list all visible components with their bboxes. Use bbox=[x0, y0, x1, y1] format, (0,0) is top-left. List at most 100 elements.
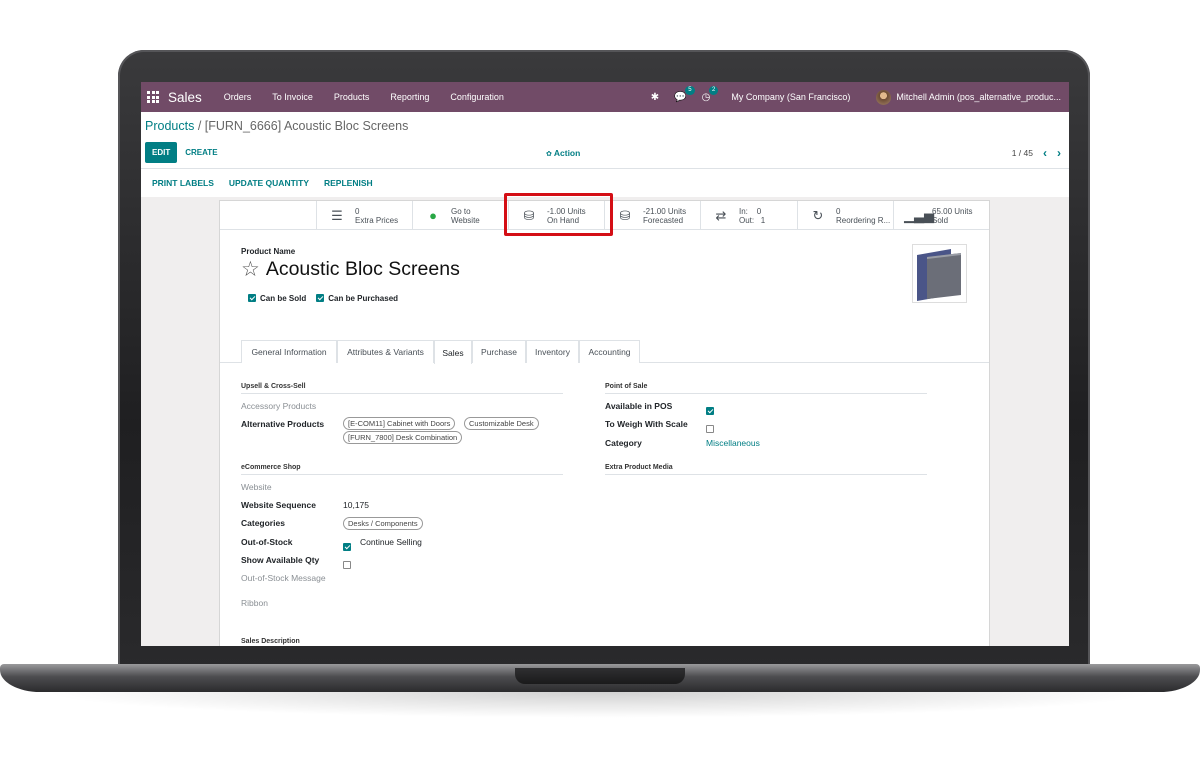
acoustic-screen-image bbox=[917, 249, 961, 301]
user-menu[interactable]: Mitchell Admin (pos_alternative_produc..… bbox=[896, 92, 1061, 102]
pos-category-value[interactable]: Miscellaneous bbox=[706, 438, 760, 448]
website-label: Website bbox=[451, 215, 480, 225]
pager-value[interactable]: 1 / 45 bbox=[1012, 148, 1033, 158]
category-tag-desks-components[interactable]: Desks / Components bbox=[343, 517, 423, 530]
product-name[interactable]: Acoustic Bloc Screens bbox=[266, 258, 460, 281]
create-button[interactable]: CREATE bbox=[185, 148, 217, 157]
laptop-shadow bbox=[40, 692, 1160, 718]
debug-bug-icon[interactable]: ✱ bbox=[651, 92, 659, 103]
user-avatar[interactable] bbox=[876, 89, 892, 105]
tab-attributes-variants[interactable]: Attributes & Variants bbox=[337, 340, 434, 363]
sold-label: Sold bbox=[932, 215, 949, 225]
replenish-button[interactable]: REPLENISH bbox=[324, 178, 373, 188]
website-field-label: Website bbox=[241, 482, 272, 492]
tab-sales[interactable]: Sales bbox=[434, 340, 472, 364]
product-name-label: Product Name bbox=[241, 247, 296, 256]
tab-accounting[interactable]: Accounting bbox=[579, 340, 640, 363]
list-icon: ☰ bbox=[331, 207, 343, 223]
show-available-qty-box-icon bbox=[343, 561, 351, 569]
print-labels-button[interactable]: PRINT LABELS bbox=[152, 178, 214, 188]
to-weigh-label: To Weigh With Scale bbox=[605, 419, 688, 429]
can-be-purchased-check-icon bbox=[316, 294, 325, 302]
extra-prices-label: Extra Prices bbox=[355, 215, 399, 225]
breadcrumb-separator: / bbox=[194, 119, 205, 133]
forecasted-button[interactable]: ⛁ -21.00 Units Forecasted bbox=[604, 201, 700, 230]
action-dropdown[interactable]: ✿ Action bbox=[546, 148, 580, 158]
product-title: ☆ Acoustic Bloc Screens bbox=[241, 258, 460, 281]
website-value: Go to bbox=[451, 206, 471, 216]
to-weigh-box-icon bbox=[706, 425, 714, 433]
out-of-stock-message-label: Out-of-Stock Message bbox=[241, 573, 326, 583]
globe-icon: ● bbox=[429, 208, 437, 223]
cubes-forecast-icon: ⛁ bbox=[619, 207, 631, 223]
breadcrumb-current: [FURN_6666] Acoustic Bloc Screens bbox=[204, 119, 409, 133]
tab-inventory[interactable]: Inventory bbox=[526, 340, 579, 363]
out-label: Out: bbox=[739, 215, 755, 225]
extra-prices-button[interactable]: ☰ 0 Extra Prices bbox=[316, 201, 412, 230]
out-of-stock-label: Out-of-Stock bbox=[241, 537, 293, 547]
sales-tab-content: Upsell & Cross-Sell Accessory Products A… bbox=[220, 363, 989, 646]
activities-badge: 2 bbox=[709, 85, 719, 95]
reordering-value: 0 bbox=[836, 206, 841, 216]
forecasted-value: -21.00 Units bbox=[643, 206, 687, 216]
top-navbar: Sales Orders To Invoice Products Reporti… bbox=[141, 82, 1069, 112]
reordering-label: Reordering R... bbox=[836, 215, 891, 225]
website-sequence-value[interactable]: 10,175 bbox=[343, 500, 369, 510]
menu-products[interactable]: Products bbox=[334, 92, 370, 102]
menu-reporting[interactable]: Reporting bbox=[390, 92, 429, 102]
continue-selling-label: Continue Selling bbox=[360, 537, 422, 547]
edit-button[interactable]: EDIT bbox=[145, 142, 178, 163]
control-panel: Products / [FURN_6666] Acoustic Bloc Scr… bbox=[141, 112, 1069, 197]
action-label: Action bbox=[553, 147, 581, 158]
out-value: 1 bbox=[760, 215, 766, 225]
notebook-tabs: General Information Attributes & Variant… bbox=[220, 340, 989, 364]
exchange-icon: ⇄ bbox=[715, 207, 727, 223]
continue-selling-checkbox[interactable] bbox=[343, 537, 355, 555]
extra-media-title: Extra Product Media bbox=[605, 464, 927, 475]
in-out-button[interactable]: ⇄ In: 0 Out: 1 bbox=[700, 201, 797, 230]
menu-configuration[interactable]: Configuration bbox=[450, 92, 504, 102]
can-be-purchased-checkbox[interactable]: Can be Purchased bbox=[316, 294, 398, 303]
menu-to-invoice[interactable]: To Invoice bbox=[272, 92, 313, 102]
reordering-rules-button[interactable]: ↻ 0 Reordering R... bbox=[797, 201, 893, 230]
breadcrumb: Products / [FURN_6666] Acoustic Bloc Scr… bbox=[141, 112, 1069, 137]
forecasted-label: Forecasted bbox=[643, 215, 684, 225]
show-available-qty-checkbox[interactable] bbox=[343, 555, 355, 573]
messages-icon[interactable]: 💬 5 bbox=[674, 85, 695, 103]
alternative-tag-desk[interactable]: Customizable Desk bbox=[464, 417, 539, 430]
alternative-tag-desk-combination[interactable]: [FURN_7800] Desk Combination bbox=[343, 431, 463, 444]
ribbon-label: Ribbon bbox=[241, 598, 268, 608]
tab-general-information[interactable]: General Information bbox=[241, 340, 337, 363]
pos-category-label: Category bbox=[605, 438, 642, 448]
categories-label: Categories bbox=[241, 518, 285, 528]
pager: 1 / 45 ‹ › bbox=[1012, 146, 1061, 160]
sold-value: 65.00 Units bbox=[932, 206, 973, 216]
sold-button[interactable]: ▁▃▅ 65.00 Units Sold bbox=[893, 201, 990, 230]
sales-description-title: Sales Description bbox=[241, 638, 563, 646]
app-name[interactable]: Sales bbox=[168, 90, 202, 105]
gear-icon: ✿ bbox=[546, 150, 552, 158]
menu-orders[interactable]: Orders bbox=[224, 92, 252, 102]
available-in-pos-label: Available in POS bbox=[605, 401, 673, 411]
update-quantity-button[interactable]: UPDATE QUANTITY bbox=[229, 178, 309, 188]
form-sheet: ☰ 0 Extra Prices ● Go to Website ⛁ -1.00 U… bbox=[219, 193, 990, 646]
available-in-pos-checkbox[interactable] bbox=[706, 401, 718, 419]
can-be-sold-checkbox[interactable]: Can be Sold bbox=[248, 294, 306, 303]
website-sequence-label: Website Sequence bbox=[241, 500, 316, 510]
go-to-website-button[interactable]: ● Go to Website bbox=[412, 201, 508, 230]
breadcrumb-products[interactable]: Products bbox=[145, 119, 194, 133]
alternative-tag-cabinet[interactable]: [E-COM11] Cabinet with Doors bbox=[343, 417, 456, 430]
pager-next-icon[interactable]: › bbox=[1057, 146, 1061, 160]
tab-purchase[interactable]: Purchase bbox=[472, 340, 526, 363]
can-be-sold-label: Can be Sold bbox=[260, 294, 307, 303]
continue-selling-check-icon bbox=[343, 543, 351, 551]
company-switcher[interactable]: My Company (San Francisco) bbox=[731, 92, 850, 102]
activities-clock-icon[interactable]: ◷ 2 bbox=[702, 85, 719, 103]
apps-grid-icon[interactable] bbox=[147, 91, 159, 103]
pager-previous-icon[interactable]: ‹ bbox=[1043, 146, 1047, 160]
product-image[interactable] bbox=[912, 244, 967, 303]
favorite-star-icon[interactable]: ☆ bbox=[241, 259, 260, 280]
pos-section-title: Point of Sale bbox=[605, 383, 927, 394]
signal-bars-icon: ▁▃▅ bbox=[904, 207, 934, 223]
to-weigh-checkbox[interactable] bbox=[706, 419, 718, 437]
